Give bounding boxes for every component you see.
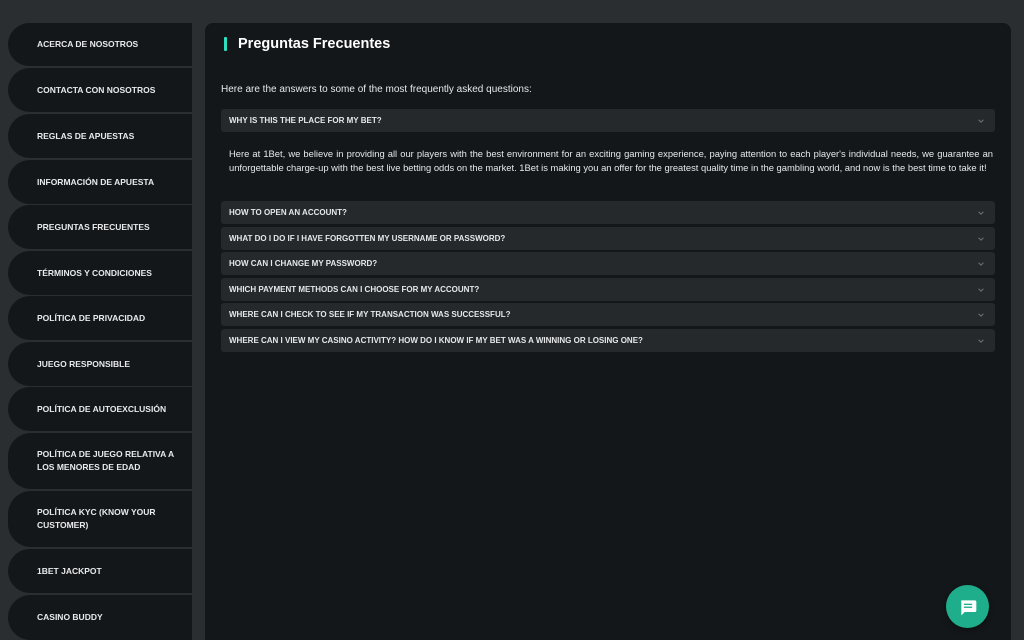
faq-intro: Here are the answers to some of the most… bbox=[221, 84, 532, 95]
chevron-down-icon bbox=[978, 312, 984, 317]
sidebar-item-menores[interactable]: POLÍTICA DE JUEGO RELATIVA A LOS MENORES… bbox=[8, 433, 192, 489]
faq-question: WHERE CAN I CHECK TO SEE IF MY TRANSACTI… bbox=[229, 310, 511, 319]
sidebar-item-informacion[interactable]: INFORMACIÓN DE APUESTA bbox=[8, 160, 192, 204]
chevron-down-icon bbox=[978, 118, 984, 123]
faq-item[interactable]: WHICH PAYMENT METHODS CAN I CHOOSE FOR M… bbox=[221, 278, 995, 301]
chat-button[interactable] bbox=[946, 585, 989, 628]
faq-item[interactable]: WHY IS THIS THE PLACE FOR MY BET? bbox=[221, 109, 995, 132]
faq-question: WHAT DO I DO IF I HAVE FORGOTTEN MY USER… bbox=[229, 234, 506, 243]
sidebar-item-juego-responsible[interactable]: JUEGO RESPONSIBLE bbox=[8, 342, 192, 386]
faq-item[interactable]: HOW TO OPEN AN ACCOUNT? bbox=[221, 201, 995, 224]
sidebar-item-acerca[interactable]: ACERCA DE NOSOTROS bbox=[8, 23, 192, 66]
sidebar-item-jackpot[interactable]: 1BET JACKPOT bbox=[8, 549, 192, 593]
sidebar-item-reglas[interactable]: REGLAS DE APUESTAS bbox=[8, 114, 192, 158]
faq-question: HOW TO OPEN AN ACCOUNT? bbox=[229, 208, 347, 217]
sidebar-nav: ACERCA DE NOSOTROS CONTACTA CON NOSOTROS… bbox=[8, 23, 192, 640]
faq-item[interactable]: WHAT DO I DO IF I HAVE FORGOTTEN MY USER… bbox=[221, 227, 995, 250]
faq-item[interactable]: HOW CAN I CHANGE MY PASSWORD? bbox=[221, 252, 995, 275]
sidebar-item-contacta[interactable]: CONTACTA CON NOSOTROS bbox=[8, 68, 192, 112]
chevron-down-icon bbox=[978, 236, 984, 241]
sidebar-item-kyc[interactable]: POLÍTICA KYC (KNOW YOUR CUSTOMER) bbox=[8, 491, 192, 547]
sidebar-item-terminos[interactable]: TÉRMINOS Y CONDICIONES bbox=[8, 251, 192, 295]
faq-question: HOW CAN I CHANGE MY PASSWORD? bbox=[229, 259, 378, 268]
page-title: Preguntas Frecuentes bbox=[238, 36, 391, 52]
faq-item[interactable]: WHERE CAN I VIEW MY CASINO ACTIVITY? HOW… bbox=[221, 329, 995, 352]
chevron-down-icon bbox=[978, 338, 984, 343]
faq-question: WHICH PAYMENT METHODS CAN I CHOOSE FOR M… bbox=[229, 285, 480, 294]
chat-bubble-icon bbox=[960, 599, 976, 615]
title-accent-bar bbox=[224, 37, 227, 51]
chevron-down-icon bbox=[978, 261, 984, 266]
sidebar-item-autoexclusion[interactable]: POLÍTICA DE AUTOEXCLUSIÓN bbox=[8, 387, 192, 431]
faq-item[interactable]: WHERE CAN I CHECK TO SEE IF MY TRANSACTI… bbox=[221, 303, 995, 326]
sidebar-item-privacidad[interactable]: POLÍTICA DE PRIVACIDAD bbox=[8, 296, 192, 340]
faq-question: WHERE CAN I VIEW MY CASINO ACTIVITY? HOW… bbox=[229, 336, 643, 345]
faq-question: WHY IS THIS THE PLACE FOR MY BET? bbox=[229, 116, 382, 125]
page-header: Preguntas Frecuentes bbox=[224, 36, 390, 52]
sidebar-item-casino-buddy[interactable]: CASINO BUDDY bbox=[8, 595, 192, 640]
faq-answer: Here at 1Bet, we believe in providing al… bbox=[229, 148, 993, 173]
faq-panel: Preguntas Frecuentes Here are the answer… bbox=[205, 23, 1011, 640]
chevron-down-icon bbox=[978, 210, 984, 215]
sidebar-item-preguntas[interactable]: PREGUNTAS FRECUENTES bbox=[8, 205, 192, 249]
chevron-down-icon bbox=[978, 287, 984, 292]
